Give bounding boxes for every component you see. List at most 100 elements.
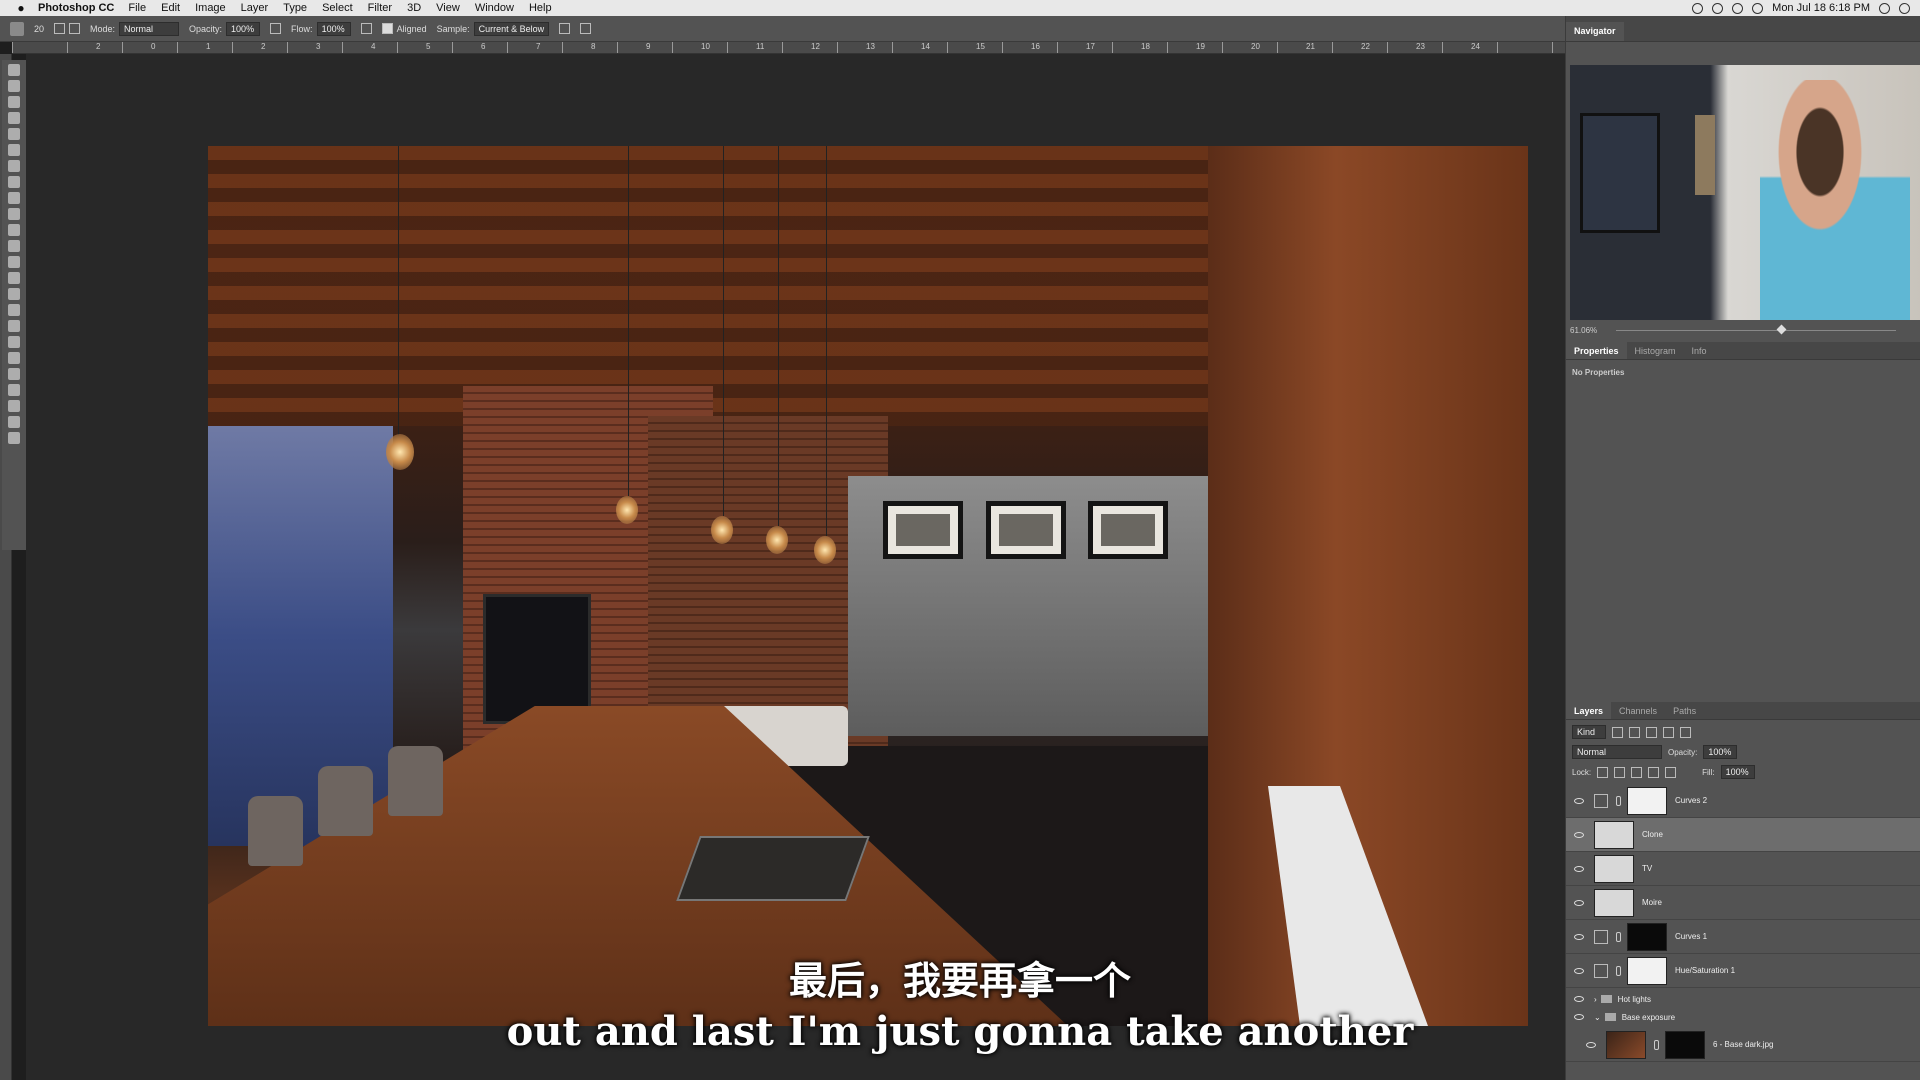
document-photo[interactable] bbox=[208, 146, 1528, 1026]
layer-name[interactable]: Hue/Saturation 1 bbox=[1675, 966, 1735, 975]
layer-thumbnail[interactable] bbox=[1606, 1030, 1646, 1059]
tab-navigator[interactable]: Navigator bbox=[1566, 22, 1624, 41]
notification-icon[interactable] bbox=[1899, 2, 1910, 14]
gradient-tool-icon[interactable] bbox=[8, 240, 20, 252]
pressure-opacity-icon[interactable] bbox=[270, 23, 282, 34]
pen-tool-icon[interactable] bbox=[8, 320, 20, 332]
layer-row[interactable]: Moire bbox=[1566, 886, 1920, 920]
zoom-slider[interactable] bbox=[1616, 330, 1896, 331]
visibility-eye-icon[interactable] bbox=[1574, 865, 1584, 872]
link-chain-icon[interactable] bbox=[1616, 931, 1621, 942]
lock-transparent-icon[interactable] bbox=[1597, 766, 1609, 778]
layer-mask-thumbnail[interactable] bbox=[1627, 956, 1667, 985]
airplay-icon[interactable] bbox=[1732, 2, 1744, 14]
menu-type[interactable]: Type bbox=[283, 2, 307, 14]
clone-stamp-tool-icon[interactable] bbox=[8, 192, 20, 204]
chevron-down-icon[interactable]: ⌄ bbox=[1594, 1013, 1601, 1022]
menu-view[interactable]: View bbox=[436, 2, 460, 14]
group-row[interactable]: ⌄ Base exposure bbox=[1566, 1008, 1920, 1026]
filter-adjustment-icon[interactable] bbox=[1629, 726, 1640, 738]
layer-name[interactable]: TV bbox=[1642, 864, 1652, 873]
layer-name[interactable]: Moire bbox=[1642, 898, 1662, 907]
lock-artboard-icon[interactable] bbox=[1648, 766, 1660, 778]
layer-name[interactable]: 6 - Base dark.jpg bbox=[1713, 1040, 1773, 1049]
type-tool-icon[interactable] bbox=[8, 304, 20, 316]
layer-mask-thumbnail[interactable] bbox=[1627, 786, 1667, 815]
menu-image[interactable]: Image bbox=[195, 2, 226, 14]
link-chain-icon[interactable] bbox=[1616, 795, 1621, 806]
layer-row[interactable]: Hue/Saturation 1 bbox=[1566, 954, 1920, 988]
chevron-right-icon[interactable]: › bbox=[1594, 995, 1597, 1004]
tab-layers[interactable]: Layers bbox=[1566, 702, 1612, 719]
fill-field[interactable]: 100% bbox=[1720, 765, 1755, 779]
visibility-eye-icon[interactable] bbox=[1574, 831, 1584, 838]
wifi-icon[interactable] bbox=[1752, 2, 1764, 14]
layer-kind-filter[interactable]: Kind bbox=[1572, 725, 1606, 739]
brush-panel-icon[interactable] bbox=[54, 23, 66, 34]
layer-name[interactable]: Clone bbox=[1642, 830, 1663, 839]
group-name[interactable]: Hot lights bbox=[1618, 995, 1651, 1004]
clone-source-icon[interactable] bbox=[69, 23, 81, 34]
healing-tool-icon[interactable] bbox=[8, 160, 20, 172]
visibility-eye-icon[interactable] bbox=[1586, 1041, 1596, 1048]
navigator-preview[interactable] bbox=[1570, 65, 1920, 320]
layer-mask-thumbnail[interactable] bbox=[1627, 922, 1667, 951]
menu-window[interactable]: Window bbox=[475, 2, 514, 14]
lock-pixels-icon[interactable] bbox=[1614, 766, 1626, 778]
color-swatches-icon[interactable] bbox=[8, 400, 20, 412]
eraser-tool-icon[interactable] bbox=[8, 224, 20, 236]
quick-select-tool-icon[interactable] bbox=[8, 112, 20, 124]
visibility-eye-icon[interactable] bbox=[1574, 1014, 1584, 1020]
quick-mask-icon[interactable] bbox=[8, 416, 20, 428]
zoom-value[interactable]: 61.06% bbox=[1570, 326, 1597, 335]
apple-icon[interactable]: ● bbox=[14, 2, 28, 14]
filter-smart-object-icon[interactable] bbox=[1680, 726, 1691, 738]
more-tools-icon[interactable] bbox=[8, 384, 20, 396]
opacity-field[interactable]: 100% bbox=[226, 21, 261, 36]
layer-row[interactable]: Curves 2 bbox=[1566, 784, 1920, 818]
dodge-tool-icon[interactable] bbox=[8, 288, 20, 300]
layer-thumbnail[interactable] bbox=[1594, 888, 1634, 917]
lock-all-icon[interactable] bbox=[1665, 766, 1677, 778]
menu-help[interactable]: Help bbox=[529, 2, 552, 14]
layer-row[interactable]: TV bbox=[1566, 852, 1920, 886]
visibility-eye-icon[interactable] bbox=[1574, 967, 1584, 974]
airbrush-icon[interactable] bbox=[360, 23, 372, 34]
menu-filter[interactable]: Filter bbox=[368, 2, 392, 14]
layer-row[interactable]: 6 - Base dark.jpg bbox=[1566, 1028, 1920, 1062]
layer-row-selected[interactable]: Clone bbox=[1566, 818, 1920, 852]
spotlight-icon[interactable] bbox=[1879, 2, 1890, 14]
history-brush-tool-icon[interactable] bbox=[8, 208, 20, 220]
zoom-slider-handle[interactable] bbox=[1776, 324, 1787, 335]
filter-shape-icon[interactable] bbox=[1663, 726, 1674, 738]
record-icon[interactable] bbox=[1692, 2, 1704, 14]
layer-thumbnail[interactable] bbox=[1594, 854, 1634, 883]
visibility-eye-icon[interactable] bbox=[1574, 797, 1584, 804]
tab-histogram[interactable]: Histogram bbox=[1627, 342, 1684, 359]
clone-stamp-preset-icon[interactable] bbox=[10, 21, 24, 36]
visibility-eye-icon[interactable] bbox=[1574, 933, 1584, 940]
group-name[interactable]: Base exposure bbox=[1622, 1013, 1675, 1022]
tab-paths[interactable]: Paths bbox=[1665, 702, 1704, 719]
visibility-eye-icon[interactable] bbox=[1574, 996, 1584, 1002]
tab-channels[interactable]: Channels bbox=[1611, 702, 1665, 719]
marquee-tool-icon[interactable] bbox=[8, 80, 20, 92]
eyedropper-tool-icon[interactable] bbox=[8, 144, 20, 156]
filter-type-icon[interactable] bbox=[1646, 726, 1657, 738]
screen-mode-icon[interactable] bbox=[8, 432, 20, 444]
link-chain-icon[interactable] bbox=[1616, 965, 1621, 976]
tab-properties[interactable]: Properties bbox=[1566, 342, 1627, 359]
group-row[interactable]: › Hot lights bbox=[1566, 990, 1920, 1008]
brush-size[interactable]: 20 bbox=[34, 24, 44, 34]
dropbox-icon[interactable] bbox=[1712, 2, 1724, 14]
move-tool-icon[interactable] bbox=[8, 64, 20, 76]
path-select-tool-icon[interactable] bbox=[8, 336, 20, 348]
crop-tool-icon[interactable] bbox=[8, 128, 20, 140]
link-chain-icon[interactable] bbox=[1654, 1039, 1659, 1050]
aligned-checkbox[interactable] bbox=[381, 23, 393, 34]
filter-pixel-icon[interactable] bbox=[1612, 726, 1623, 738]
layer-opacity-field[interactable]: 100% bbox=[1703, 745, 1738, 759]
lock-position-icon[interactable] bbox=[1631, 766, 1643, 778]
app-name[interactable]: Photoshop CC bbox=[38, 2, 114, 14]
layer-row[interactable]: Curves 1 bbox=[1566, 920, 1920, 954]
